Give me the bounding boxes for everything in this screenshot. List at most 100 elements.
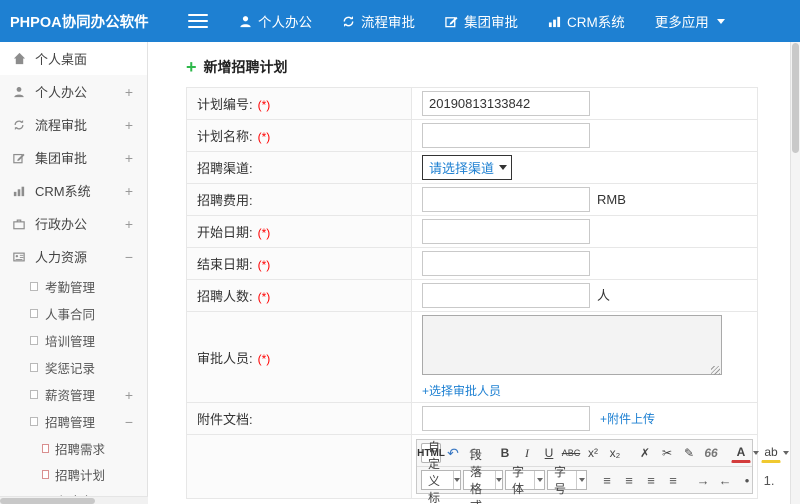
required-mark: (*) <box>257 98 271 112</box>
attachment-upload-link[interactable]: +附件上传 <box>600 412 655 426</box>
required-mark: (*) <box>257 290 271 304</box>
paragraph-format-select[interactable]: 段落格式 <box>463 448 504 504</box>
strikethrough-button[interactable]: ABC <box>561 443 581 463</box>
caret-down-icon <box>495 471 503 489</box>
sidebar-item-label: 集团审批 <box>35 151 88 166</box>
custom-heading-select[interactable]: 自定义标题 <box>421 440 462 504</box>
caret-down-icon <box>534 471 544 489</box>
remove-format-button[interactable]: ✗ <box>635 443 655 463</box>
module-icon <box>30 336 38 345</box>
select-approver-link[interactable]: +选择审批人员 <box>422 382 747 399</box>
sidebar-item-group-approval[interactable]: 集团审批 + <box>0 141 147 174</box>
headcount-input[interactable] <box>422 283 590 308</box>
start-date-input[interactable] <box>422 219 590 244</box>
blockquote-button[interactable]: 66 <box>701 443 721 463</box>
field-label: 招聘费用: <box>197 193 253 208</box>
horizontal-scrollbar-thumb[interactable] <box>0 498 95 504</box>
expand-plus-icon[interactable]: + <box>123 150 135 166</box>
caret-down-icon[interactable] <box>783 451 789 455</box>
plan-number-input[interactable] <box>422 91 590 116</box>
menu-toggle-icon[interactable] <box>188 14 208 28</box>
nav-crm-system[interactable]: CRM系统 <box>533 0 640 42</box>
bullet-list-button[interactable]: • <box>737 470 757 490</box>
vertical-scrollbar-thumb[interactable] <box>792 43 799 153</box>
font-family-select[interactable]: 字体 <box>505 465 546 496</box>
sidebar-subitem-salary[interactable]: 薪资管理 + <box>0 381 147 408</box>
form-row-plan-name: 计划名称: (*) <box>186 119 758 152</box>
attachment-input[interactable] <box>422 406 590 431</box>
form-row-fee: 招聘费用: RMB <box>186 183 758 216</box>
font-color-button[interactable]: A <box>731 443 751 463</box>
sidebar-item-workflow-approval[interactable]: 流程审批 + <box>0 108 147 141</box>
module-icon <box>30 390 38 399</box>
fee-input[interactable] <box>422 187 590 212</box>
expand-plus-icon[interactable]: + <box>123 117 135 133</box>
underline-button[interactable]: U <box>539 443 559 463</box>
briefcase-icon <box>12 218 26 230</box>
nav-group-approval[interactable]: 集团审批 <box>430 0 533 42</box>
sidebar-subitem-talent-pool[interactable]: 人才库 <box>0 487 147 496</box>
plan-name-input[interactable] <box>422 123 590 148</box>
select-label: 自定义标题 <box>428 439 441 504</box>
sidebar-subitem-label: 培训管理 <box>45 335 96 349</box>
collapse-minus-icon[interactable]: − <box>123 249 135 265</box>
sidebar-subitem-training[interactable]: 培训管理 <box>0 327 147 354</box>
align-left-button[interactable]: ≡ <box>597 470 617 490</box>
align-right-button[interactable]: ≡ <box>641 470 661 490</box>
form-row-channel: 招聘渠道: 请选择渠道 <box>186 151 758 184</box>
font-size-select[interactable]: 字号 <box>547 465 588 496</box>
bold-button[interactable]: B <box>495 443 515 463</box>
superscript-button[interactable]: x² <box>583 443 603 463</box>
resize-handle-icon[interactable] <box>711 366 720 375</box>
sidebar-item-personal-office[interactable]: 个人办公 + <box>0 75 147 108</box>
nav-personal-office[interactable]: 个人办公 <box>224 0 327 42</box>
sidebar-item-hr[interactable]: 人力资源 − <box>0 240 147 273</box>
sidebar-subitem-recruitment[interactable]: 招聘管理 − <box>0 408 147 435</box>
select-label: 段落格式 <box>470 448 483 504</box>
field-label: 结束日期: <box>197 257 253 272</box>
cut-button[interactable]: ✂ <box>657 443 677 463</box>
collapse-minus-icon[interactable]: − <box>123 414 135 430</box>
topbar: PHPOA协同办公软件 个人办公 流程审批 集团审批 CRM系统 更多应用 <box>0 0 800 42</box>
sidebar-subitem-label: 奖惩记录 <box>45 362 96 376</box>
outdent-button[interactable]: ← <box>715 470 735 490</box>
sidebar-subitem-recruit-plan[interactable]: 招聘计划 <box>0 461 147 487</box>
expand-plus-icon[interactable]: + <box>123 387 135 403</box>
sidebar-subitem-rewards[interactable]: 奖惩记录 <box>0 354 147 381</box>
form-row-plan-no: 计划编号: (*) <box>186 87 758 120</box>
editor-toolbar-row1: HTML ↶ ↷ B I U ABC x² x₂ ✗ ✂ ✎ 66 A ab <box>417 440 789 467</box>
main-content: + 新增招聘计划 计划编号: (*) 计划名称: (*) 招聘渠道: <box>149 42 790 504</box>
end-date-input[interactable] <box>422 251 590 276</box>
caret-down-icon[interactable] <box>753 451 759 455</box>
sidebar-item-desktop[interactable]: 个人桌面 <box>0 42 147 75</box>
page-title: 新增招聘计划 <box>203 59 288 75</box>
align-center-button[interactable]: ≡ <box>619 470 639 490</box>
form-row-headcount: 招聘人数: (*) 人 <box>186 279 758 312</box>
approver-textarea[interactable] <box>422 315 722 375</box>
nav-label: 更多应用 <box>654 15 709 30</box>
highlight-color-button[interactable]: ab <box>761 443 781 463</box>
italic-button[interactable]: I <box>517 443 537 463</box>
required-mark: (*) <box>257 226 271 240</box>
sidebar: 个人桌面 个人办公 + 流程审批 + 集团审批 + CRM系统 + 行政办公 + <box>0 42 148 496</box>
expand-plus-icon[interactable]: + <box>123 84 135 100</box>
nav-workflow-approval[interactable]: 流程审批 <box>327 0 430 42</box>
form-row-start-date: 开始日期: (*) <box>186 215 758 248</box>
nav-label: 流程审批 <box>361 15 415 30</box>
nav-label: 个人办公 <box>258 15 312 30</box>
sidebar-subitem-recruit-demand[interactable]: 招聘需求 <box>0 435 147 461</box>
sidebar-subitem-attendance[interactable]: 考勤管理 <box>0 273 147 300</box>
nav-more-apps[interactable]: 更多应用 <box>640 0 740 42</box>
sidebar-subitem-hr-contract[interactable]: 人事合同 <box>0 300 147 327</box>
align-justify-button[interactable]: ≡ <box>663 470 683 490</box>
indent-button[interactable]: → <box>693 470 713 490</box>
numbered-list-button[interactable]: 1. <box>759 470 779 490</box>
expand-plus-icon[interactable]: + <box>123 216 135 232</box>
format-brush-button[interactable]: ✎ <box>679 443 699 463</box>
channel-select[interactable]: 请选择渠道 <box>422 155 513 180</box>
expand-plus-icon[interactable]: + <box>123 183 135 199</box>
form-row-editor: HTML ↶ ↷ B I U ABC x² x₂ ✗ ✂ ✎ 66 A ab 自… <box>186 434 789 504</box>
subscript-button[interactable]: x₂ <box>605 443 625 463</box>
sidebar-item-admin-office[interactable]: 行政办公 + <box>0 207 147 240</box>
sidebar-item-crm[interactable]: CRM系统 + <box>0 174 147 207</box>
